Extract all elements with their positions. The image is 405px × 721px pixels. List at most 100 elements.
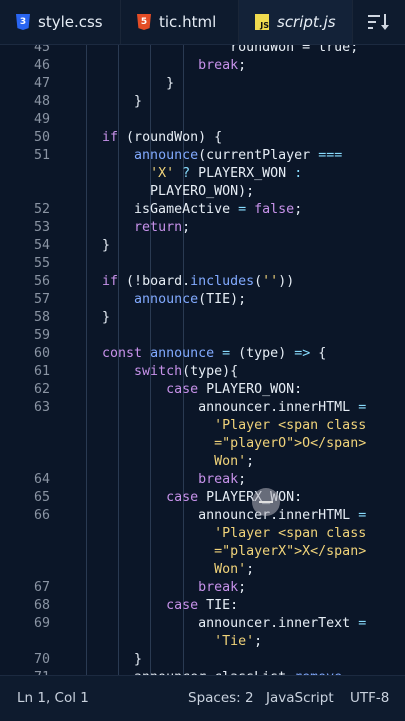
line-number: 67 xyxy=(33,580,50,595)
file-encoding[interactable]: UTF-8 xyxy=(350,690,389,706)
code-line[interactable]: 48 } xyxy=(0,93,405,111)
code-line[interactable]: 59 xyxy=(0,327,405,345)
code-text: ="playerO">O</span> xyxy=(70,435,366,453)
code-text: break; xyxy=(70,579,246,597)
code-line[interactable]: 63 announcer.innerHTML = xyxy=(0,399,405,417)
code-token: if xyxy=(102,130,119,145)
line-number: 46 xyxy=(33,58,50,73)
code-text: } xyxy=(70,651,142,669)
code-line[interactable]: 'Player <span class xyxy=(0,525,405,543)
code-text: break; xyxy=(70,471,246,489)
code-token: PLAYERO_WON); xyxy=(70,184,255,199)
code-text: 'Tie'; xyxy=(70,633,262,651)
code-token: '' xyxy=(262,274,279,289)
code-token: switch xyxy=(134,364,183,379)
code-text: break; xyxy=(70,57,246,75)
code-text: announcer.innerText = xyxy=(70,615,366,633)
code-token: PLAYERX_WON xyxy=(190,166,295,181)
code-line[interactable]: 60 const announce = (type) => { xyxy=(0,345,405,363)
code-line[interactable]: 69 announcer.innerText = xyxy=(0,615,405,633)
code-line[interactable]: 66 announcer.innerHTML = xyxy=(0,507,405,525)
code-editor[interactable]: 45 roundWon = true; 46 break; 47 } 48 } 49 50… xyxy=(0,45,405,675)
code-token: (type) xyxy=(230,346,295,361)
code-line[interactable]: 70 } xyxy=(0,651,405,669)
code-line[interactable]: 46 break; xyxy=(0,57,405,75)
code-token: ; xyxy=(246,562,255,577)
code-line[interactable]: 'X' ? PLAYERX_WON : xyxy=(0,165,405,183)
code-token: if xyxy=(102,274,119,289)
code-text: } xyxy=(70,93,142,111)
code-token: announce xyxy=(134,292,199,307)
tab-label: script.js xyxy=(277,13,336,31)
code-line[interactable]: 52 isGameActive = false; xyxy=(0,201,405,219)
code-line[interactable]: ="playerO">O</span> xyxy=(0,435,405,453)
tab-label: style.css xyxy=(38,13,103,31)
indent-setting[interactable]: Spaces: 2 xyxy=(188,690,254,706)
code-line[interactable]: 62 case PLAYERO_WON: xyxy=(0,381,405,399)
code-line[interactable]: 56 if (!board.includes('')) xyxy=(0,273,405,291)
code-line[interactable]: 51 announce(currentPlayer === xyxy=(0,147,405,165)
code-text: PLAYERO_WON); xyxy=(70,183,254,201)
code-token: case xyxy=(166,490,199,505)
code-line[interactable]: 'Player <span class xyxy=(0,417,405,435)
code-line[interactable]: 45 roundWon = true; xyxy=(0,45,405,57)
code-text: } xyxy=(70,75,174,93)
code-line[interactable]: 55 xyxy=(0,255,405,273)
tab-script-js[interactable]: JS script.js xyxy=(239,0,353,44)
sort-menu-button[interactable] xyxy=(353,0,405,44)
code-line[interactable]: 'Tie'; xyxy=(0,633,405,651)
tab-style-css[interactable]: 3 style.css xyxy=(0,0,121,44)
code-line[interactable]: ="playerX">X</span> xyxy=(0,543,405,561)
code-line[interactable]: 47 } xyxy=(0,75,405,93)
code-line[interactable]: 54 } xyxy=(0,237,405,255)
code-token: : xyxy=(294,166,303,181)
code-line[interactable]: 65 case PLAYERX_WON: xyxy=(0,489,405,507)
code-line[interactable]: 53 return; xyxy=(0,219,405,237)
scroll-handle[interactable] xyxy=(252,488,280,516)
code-token: ? xyxy=(182,166,191,181)
code-line[interactable]: 58 } xyxy=(0,309,405,327)
line-number: 58 xyxy=(33,310,50,325)
code-token: 'Player <span class xyxy=(70,418,367,433)
code-text: const announce = (type) => { xyxy=(70,345,326,363)
code-line[interactable]: 57 announce(TIE); xyxy=(0,291,405,309)
code-token: } xyxy=(70,94,143,109)
code-token: (!board. xyxy=(118,274,191,289)
line-number: 52 xyxy=(33,202,50,217)
code-line[interactable]: 64 break; xyxy=(0,471,405,489)
code-text: case TIE: xyxy=(70,597,238,615)
code-token: 'Player <span class xyxy=(70,526,367,541)
code-token: Won' xyxy=(70,454,247,469)
code-text: 'Player <span class xyxy=(70,417,366,435)
code-line[interactable]: 50 if (roundWon) { xyxy=(0,129,405,147)
code-line[interactable]: Won'; xyxy=(0,561,405,579)
code-line[interactable]: 49 xyxy=(0,111,405,129)
code-line[interactable]: PLAYERO_WON); xyxy=(0,183,405,201)
code-line[interactable]: 61 switch(type){ xyxy=(0,363,405,381)
code-line[interactable]: 67 break; xyxy=(0,579,405,597)
code-token: ; xyxy=(238,58,247,73)
code-token: announce xyxy=(134,148,199,163)
cursor-position[interactable]: Ln 1, Col 1 xyxy=(17,690,89,706)
tab-tic-html[interactable]: 5 tic.html xyxy=(121,0,239,44)
line-number: 68 xyxy=(33,598,50,613)
code-line[interactable]: Won'; xyxy=(0,453,405,471)
code-line[interactable]: 68 case TIE: xyxy=(0,597,405,615)
line-number: 69 xyxy=(33,616,50,631)
code-text: roundWon = true; xyxy=(70,45,358,57)
code-token: { xyxy=(310,346,327,361)
code-token: break xyxy=(198,58,239,73)
line-number: 51 xyxy=(33,148,50,163)
language-mode[interactable]: JavaScript xyxy=(266,690,334,706)
